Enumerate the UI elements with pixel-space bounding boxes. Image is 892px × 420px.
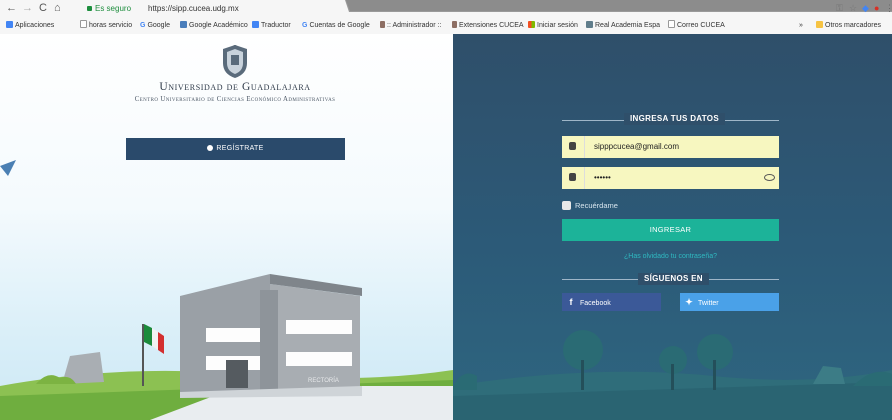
twitter-label: Twitter	[698, 300, 719, 307]
bookmark-aplicaciones[interactable]: Aplicaciones	[6, 20, 54, 31]
lock-icon	[87, 6, 92, 11]
menu-icon[interactable]: ⋮	[885, 3, 892, 14]
building-sign: RECTORÍA	[308, 377, 339, 384]
bookmark-iniciar-sesion[interactable]: Iniciar sesión	[528, 20, 578, 31]
university-subtitle: Centro Universitario de Ciencias Económi…	[134, 96, 336, 103]
google-icon: G	[140, 22, 146, 29]
bookmarks-bar: Aplicaciones horas servicio G Google Goog…	[0, 18, 892, 33]
star-icon[interactable]: ☆	[849, 3, 857, 14]
bookmark-horas-servicio[interactable]: horas servicio	[80, 20, 132, 31]
rae-icon	[586, 21, 593, 28]
password-value: ••••••	[594, 173, 611, 182]
left-panel: Universidad de Guadalajara Centro Univer…	[0, 34, 453, 420]
bookmarks-overflow[interactable]: »	[799, 20, 803, 31]
bookmark-extensiones-cucea[interactable]: Extensiones CUCEA	[452, 20, 524, 31]
bookmark-real-academia[interactable]: Real Academia Espa	[586, 20, 660, 31]
login-heading: INGRESA TUS DATOS	[624, 113, 725, 125]
udg-icon	[452, 21, 457, 28]
secure-label: Es seguro	[95, 4, 132, 13]
eye-icon[interactable]	[764, 174, 775, 181]
register-label: REGÍSTRATE	[216, 145, 264, 152]
facebook-button[interactable]: f Facebook	[562, 293, 661, 311]
lock-icon	[562, 167, 585, 189]
udg-crest-logo	[223, 45, 247, 78]
google-icon: G	[302, 22, 308, 29]
page-icon	[668, 20, 675, 28]
extension-icon[interactable]: ◆	[862, 3, 869, 14]
secure-indicator[interactable]: Es seguro	[87, 3, 131, 14]
university-title: Universidad de Guadalajara	[159, 81, 311, 93]
forward-icon[interactable]: →	[22, 2, 33, 15]
social-heading: SÍGUENOS EN	[638, 273, 709, 285]
scholar-icon	[180, 21, 187, 28]
address-row: ← → C ⌂ Es seguro https://sipp.cucea.udg…	[0, 0, 892, 17]
translate-icon	[252, 21, 259, 28]
home-icon[interactable]: ⌂	[54, 2, 61, 15]
facebook-label: Facebook	[580, 300, 611, 307]
bookmark-google-academico[interactable]: Google Académico	[180, 20, 248, 31]
twitter-button[interactable]: ✦ Twitter	[680, 293, 779, 311]
pointer-arrow-icon	[0, 160, 16, 176]
facebook-icon: f	[569, 297, 573, 307]
key-icon[interactable]: ⚿	[836, 3, 843, 14]
bookmark-correo-cucea[interactable]: Correo CUCEA	[668, 20, 725, 31]
bookmark-administrador[interactable]: :: Administrador ::	[380, 20, 441, 31]
url-bar[interactable]: https://sipp.cucea.udg.mx	[148, 3, 239, 14]
adblock-icon[interactable]: ●	[874, 3, 879, 14]
building-sign-text: RECTORÍA	[308, 377, 339, 384]
back-icon[interactable]: ←	[6, 2, 17, 15]
bookmark-cuentas-google[interactable]: G Cuentas de Google	[302, 20, 370, 31]
register-button[interactable]: REGÍSTRATE	[126, 138, 345, 160]
browser-chrome: ← → C ⌂ Es seguro https://sipp.cucea.udg…	[0, 0, 892, 35]
reload-icon[interactable]: C	[39, 2, 47, 15]
page-content: Universidad de Guadalajara Centro Univer…	[0, 34, 892, 420]
bookmark-google[interactable]: G Google	[140, 20, 170, 31]
folder-icon	[816, 21, 823, 28]
email-value: sipppcucea@gmail.com	[594, 142, 680, 151]
udg-icon	[380, 21, 385, 28]
twitter-icon: ✦	[685, 297, 693, 307]
password-field[interactable]: ••••••	[562, 167, 779, 189]
checkbox-box[interactable]	[562, 201, 571, 210]
microsoft-icon	[528, 21, 535, 28]
login-button[interactable]: INGRESAR	[562, 219, 779, 241]
user-icon	[562, 136, 585, 158]
other-bookmarks[interactable]: Otros marcadores	[816, 20, 881, 31]
bookmark-traductor[interactable]: Traductor	[252, 20, 291, 31]
page-icon	[80, 20, 87, 28]
remember-me-checkbox[interactable]: Recuérdame	[562, 201, 618, 211]
forgot-password-link[interactable]: ¿Has olvidado tu contraseña?	[562, 253, 779, 260]
remember-label: Recuérdame	[575, 201, 618, 210]
email-field[interactable]: sipppcucea@gmail.com	[562, 136, 779, 158]
info-circle-icon	[207, 145, 214, 151]
apps-grid-icon	[6, 21, 13, 28]
